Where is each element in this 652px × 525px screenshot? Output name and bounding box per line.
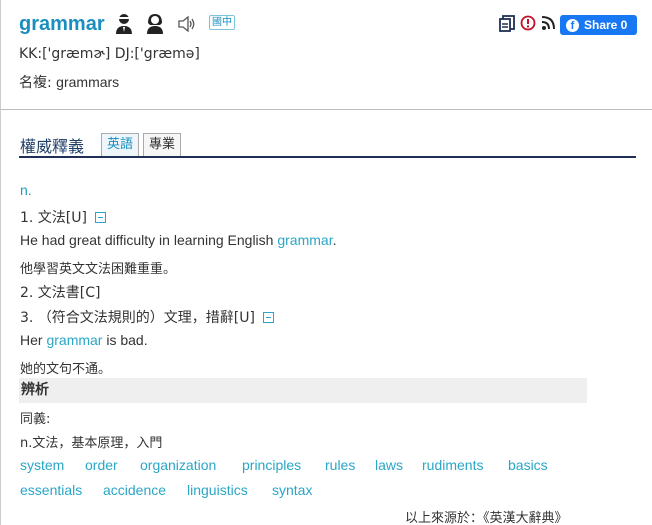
male-speaker-icon[interactable]	[114, 13, 134, 35]
synonym-link[interactable]: linguistics	[187, 482, 248, 498]
analysis-heading: 辨析	[19, 378, 587, 403]
audio-icon[interactable]	[177, 13, 197, 35]
sense-1-text: 1. 文法[U]	[20, 210, 87, 226]
tab-english[interactable]: 英語	[101, 133, 140, 156]
synonym-link[interactable]: rudiments	[422, 457, 483, 473]
synonym-link[interactable]: order	[85, 457, 118, 473]
plural-value: grammars	[56, 74, 120, 90]
example-1-post: .	[332, 232, 337, 248]
synonym-label: 同義:	[20, 412, 51, 427]
synonym-link[interactable]: principles	[242, 457, 301, 473]
pronunciation: KK:['græmɚ] DJ:['græmə]	[19, 46, 200, 62]
example-1-keyword: grammar	[277, 232, 333, 248]
share-label: Share 0	[584, 18, 628, 32]
synonym-link[interactable]: accidence	[103, 482, 166, 498]
facebook-icon: f	[566, 18, 579, 32]
report-icon[interactable]	[520, 15, 536, 34]
source-attribution: 以上來源於：《英漢大辭典》	[405, 511, 568, 525]
synonym-link[interactable]: rules	[325, 457, 355, 473]
collapse-icon[interactable]	[94, 212, 106, 223]
dictionary-panel: grammar 國中 f Share 0 KK:['græmɚ] DJ:['gr…	[0, 0, 652, 525]
example-1-translation: 他學習英文文法困難重重。	[20, 262, 177, 277]
section-divider	[19, 156, 636, 158]
synonym-link[interactable]: syntax	[272, 482, 312, 498]
synonym-link[interactable]: essentials	[20, 482, 82, 498]
sense-3-text: 3. （符合文法規則的）文理，措辭[U]	[20, 310, 255, 326]
synonym-link[interactable]: basics	[508, 457, 548, 473]
collapse-icon[interactable]	[262, 312, 274, 323]
example-3-pre: Her	[20, 332, 47, 348]
headword: grammar	[19, 13, 105, 35]
sense-2: 2. 文法書[C]	[20, 285, 101, 301]
section-title: 權威釋義	[20, 137, 85, 156]
tab-professional[interactable]: 專業	[143, 133, 182, 156]
example-3: Her grammar is bad.	[20, 332, 148, 348]
synonym-link[interactable]: organization	[140, 457, 216, 473]
level-badge: 國中	[209, 15, 235, 30]
example-1: He had great difficulty in learning Engl…	[20, 232, 336, 248]
sense-3: 3. （符合文法規則的）文理，措辭[U]	[20, 307, 274, 327]
rss-icon[interactable]	[541, 15, 555, 34]
example-3-keyword: grammar	[46, 332, 103, 348]
example-3-post: is bad.	[102, 332, 148, 348]
copy-icon[interactable]	[499, 15, 516, 35]
plural-label: 名複:	[19, 75, 52, 91]
synonym-link[interactable]: system	[20, 457, 64, 473]
part-of-speech: n.	[20, 182, 32, 198]
synonym-link[interactable]: laws	[375, 457, 403, 473]
plural-form: 名複: grammars	[19, 72, 119, 92]
synonym-definition: n.文法，基本原理，入門	[20, 436, 163, 451]
facebook-share-button[interactable]: f Share 0	[560, 15, 637, 35]
example-3-translation: 她的文句不通。	[20, 362, 112, 377]
word-header: grammar 國中 f Share 0 KK:['græmɚ] DJ:['gr…	[1, 0, 652, 110]
example-1-pre: He had great difficulty in learning Engl…	[20, 232, 278, 248]
sense-1: 1. 文法[U]	[20, 207, 106, 227]
female-speaker-icon[interactable]	[145, 13, 165, 35]
